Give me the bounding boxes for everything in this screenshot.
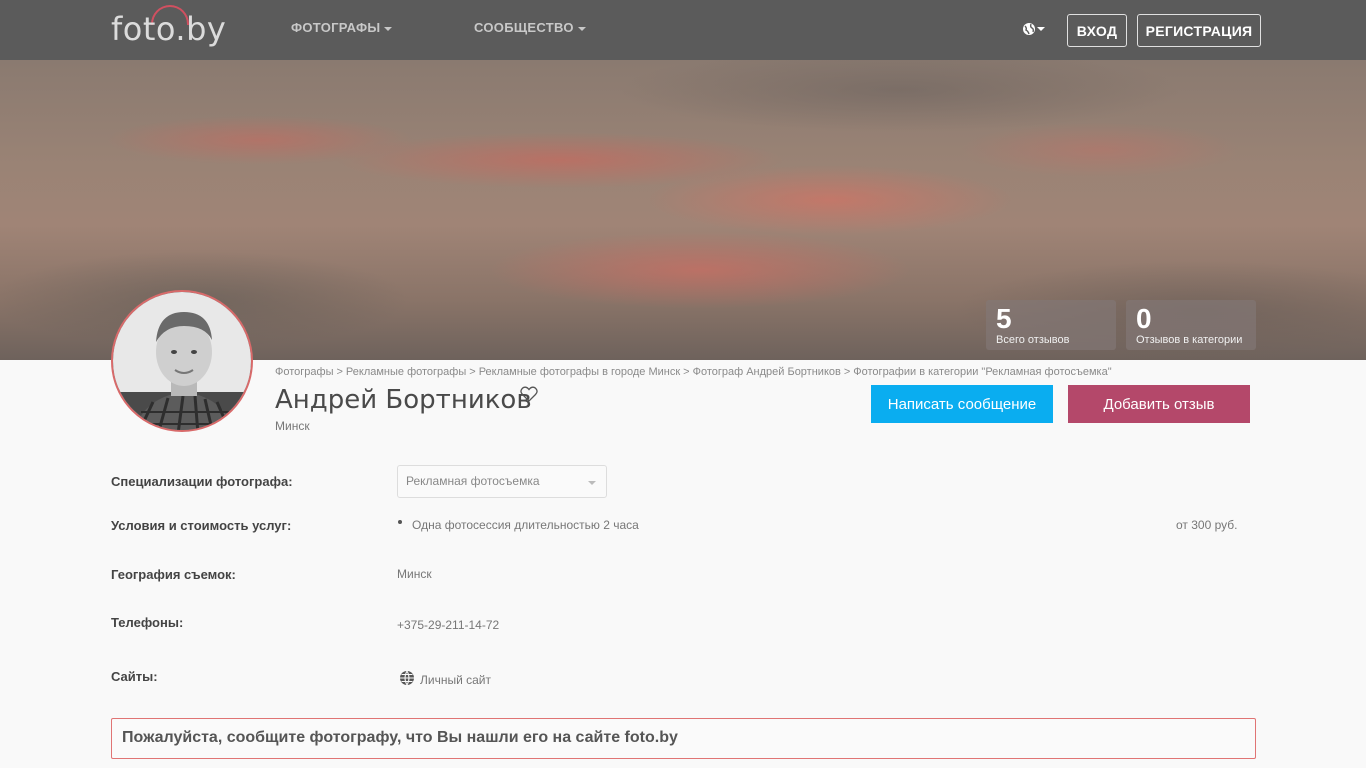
chevron-down-icon (588, 481, 596, 485)
services-label: Условия и стоимость услуг: (111, 518, 292, 533)
category-reviews-label: Отзывов в категории (1136, 334, 1243, 346)
heart-icon[interactable] (520, 386, 538, 402)
chevron-down-icon (577, 26, 586, 31)
specialization-selected: Рекламная фотосъемка (406, 474, 540, 488)
service-price: от 300 руб. (1176, 518, 1238, 532)
geography-label: География съемок: (111, 567, 236, 582)
logo-text: foto.by (111, 10, 227, 48)
add-review-button[interactable]: Добавить отзыв (1068, 385, 1250, 423)
nav-community-label: СООБЩЕСТВО (474, 20, 574, 35)
breadcrumb: Фотографы > Рекламные фотографы > Рекламные … (275, 366, 1112, 378)
globe-icon (400, 670, 414, 686)
register-button[interactable]: РЕГИСТРАЦИЯ (1137, 14, 1261, 47)
breadcrumb-separator: > (469, 366, 476, 378)
category-reviews-stat: 0 Отзывов в категории (1126, 300, 1256, 350)
breadcrumb-advertising[interactable]: Рекламные фотографы (346, 366, 466, 378)
breadcrumb-category[interactable]: Фотографии в категории "Рекламная фотосъ… (853, 366, 1111, 378)
personal-site-link[interactable]: Личный сайт (420, 673, 491, 687)
globe-icon (1023, 23, 1035, 35)
breadcrumb-separator: > (683, 366, 690, 378)
total-reviews-stat: 5 Всего отзывов (986, 300, 1116, 350)
login-button[interactable]: ВХОД (1067, 14, 1127, 47)
breadcrumb-advertising-minsk[interactable]: Рекламные фотографы в городе Минск (479, 366, 680, 378)
list-bullet (398, 520, 402, 524)
chevron-down-icon (1037, 27, 1045, 31)
total-reviews-count: 5 (996, 303, 1012, 334)
notice-banner: Пожалуйста, сообщите фотографу, что Вы н… (111, 718, 1256, 759)
send-message-button[interactable]: Написать сообщение (871, 385, 1053, 423)
phones-label: Телефоны: (111, 615, 184, 630)
nav-photographers-label: ФОТОГРАФЫ (291, 20, 381, 35)
breadcrumb-photographer[interactable]: Фотограф Андрей Бортников (693, 366, 841, 378)
specialization-select[interactable]: Рекламная фотосъемка (397, 465, 607, 498)
language-selector[interactable] (1022, 20, 1048, 40)
service-item: Одна фотосессия длительностью 2 часа (412, 518, 639, 532)
top-navbar: foto.by ФОТОГРАФЫ СООБЩЕСТВО ВХОД РЕГИСТ… (0, 0, 1366, 60)
profile-city: Минск (275, 419, 310, 433)
avatar-photo (113, 292, 251, 430)
breadcrumb-photographers[interactable]: Фотографы (275, 366, 333, 378)
breadcrumb-separator: > (843, 366, 851, 378)
avatar[interactable] (111, 290, 253, 432)
sites-label: Сайты: (111, 669, 158, 684)
phone-number[interactable]: +375-29-211-14-72 (397, 618, 499, 632)
total-reviews-label: Всего отзывов (996, 334, 1070, 346)
breadcrumb-separator: > (336, 366, 343, 378)
nav-community[interactable]: СООБЩЕСТВО (474, 20, 586, 35)
specializations-label: Специализации фотографа: (111, 474, 293, 489)
category-reviews-count: 0 (1136, 303, 1152, 334)
geography-value: Минск (397, 567, 432, 581)
page-title: Андрей Бортников (275, 385, 532, 415)
chevron-down-icon (384, 26, 393, 31)
nav-photographers[interactable]: ФОТОГРАФЫ (291, 20, 393, 35)
